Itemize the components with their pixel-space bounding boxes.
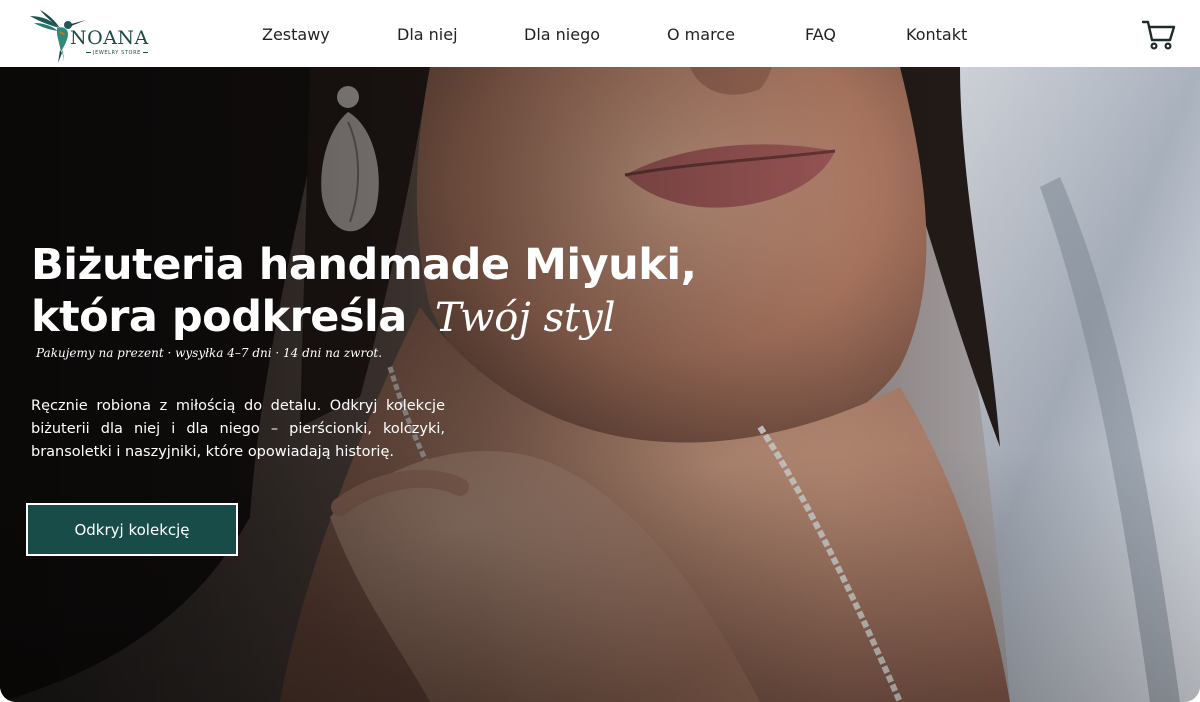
hero-photo xyxy=(0,67,1200,702)
hero-headline-script: Twój styl xyxy=(434,295,616,341)
hero-description: Ręcznie robiona z miłością do detalu. Od… xyxy=(31,398,445,460)
nav-item-faq[interactable]: FAQ xyxy=(805,25,836,44)
nav-item-kontakt[interactable]: Kontakt xyxy=(906,25,967,44)
hero-section: Biżuteria handmade Miyuki, która podkreś… xyxy=(0,67,1200,702)
nav-item-dla-niej[interactable]: Dla niej xyxy=(397,25,458,44)
hero-tagline: Pakujemy na prezent · wysyłka 4–7 dni · … xyxy=(36,346,383,360)
cart-icon xyxy=(1141,20,1176,50)
site-header: NOANA JEWELRY STORE Zestawy Dla niej Dla… xyxy=(0,0,1200,67)
logo-subtitle: JEWELRY STORE xyxy=(84,50,150,56)
logo[interactable]: NOANA JEWELRY STORE xyxy=(28,6,148,64)
hero-headline-line2: która podkreśla Twój styl xyxy=(31,291,696,344)
hero-headline-line2-text: która podkreśla xyxy=(31,292,407,342)
page: NOANA JEWELRY STORE Zestawy Dla niej Dla… xyxy=(0,0,1200,702)
nav-item-dla-niego[interactable]: Dla niego xyxy=(524,25,600,44)
cart-button[interactable] xyxy=(1141,19,1176,51)
hero-headline-line1: Biżuteria handmade Miyuki, xyxy=(31,240,697,290)
nav-item-zestawy[interactable]: Zestawy xyxy=(262,25,330,44)
discover-collection-button[interactable]: Odkryj kolekcję xyxy=(26,503,238,556)
logo-name: NOANA xyxy=(70,27,149,49)
hero-headline: Biżuteria handmade Miyuki, która podkreś… xyxy=(31,239,697,344)
nav-item-o-marce[interactable]: O marce xyxy=(667,25,735,44)
